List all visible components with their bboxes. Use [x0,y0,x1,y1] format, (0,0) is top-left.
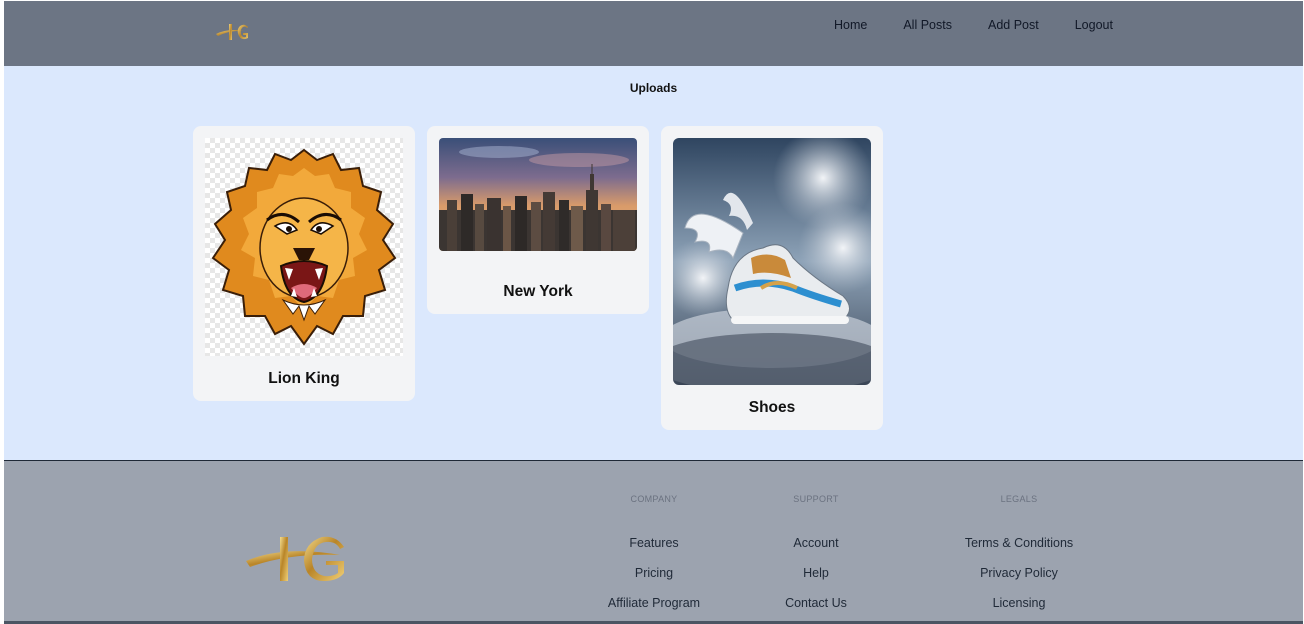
post-image-shoes [673,138,871,385]
footer-link-help[interactable]: Help [726,567,906,580]
post-image-new-york [439,138,637,251]
nav-add-post-link[interactable]: Add Post [988,18,1039,32]
hg-logo-icon[interactable] [214,18,254,46]
footer-link-terms[interactable]: Terms & Conditions [929,537,1109,550]
footer-heading: SUPPORT [793,494,839,504]
post-card-new-york[interactable]: New York [427,126,649,314]
top-navbar: Home All Posts Add Post Logout [4,1,1303,66]
post-card-lion-king[interactable]: Lion King [193,126,415,401]
lion-illustration-icon [211,148,397,346]
footer-link-affiliate-program[interactable]: Affiliate Program [564,597,744,610]
post-title: Shoes [748,399,796,416]
footer-link-licensing[interactable]: Licensing [929,597,1109,610]
post-image-lion [205,138,403,356]
nav-logout-link[interactable]: Logout [1075,18,1113,32]
footer-link-account[interactable]: Account [726,537,906,550]
footer-column-support: SUPPORT Account Help Contact Us [726,494,906,610]
winged-sneaker-icon [673,138,871,385]
footer-link-features[interactable]: Features [564,537,744,550]
city-skyline-icon [439,138,637,251]
app-frame: Home All Posts Add Post Logout Uploads L… [4,1,1303,624]
footer-heading: LEGALS [1000,494,1038,504]
footer-column-legals: LEGALS Terms & Conditions Privacy Policy… [929,494,1109,610]
footer-link-contact-us[interactable]: Contact Us [726,597,906,610]
page-title: Uploads [629,81,678,95]
site-footer: COMPANY Features Pricing Affiliate Progr… [4,460,1303,624]
footer-heading: COMPANY [630,494,678,504]
footer-link-pricing[interactable]: Pricing [564,567,744,580]
nav-home-link[interactable]: Home [834,18,867,32]
post-title: New York [503,283,573,300]
footer-link-privacy-policy[interactable]: Privacy Policy [929,567,1109,580]
footer-column-company: COMPANY Features Pricing Affiliate Progr… [564,494,744,610]
hg-logo-icon[interactable] [244,531,350,587]
main-nav: Home All Posts Add Post Logout [834,18,1113,32]
post-title: Lion King [268,370,340,387]
nav-all-posts-link[interactable]: All Posts [903,18,952,32]
post-card-shoes[interactable]: Shoes [661,126,883,430]
